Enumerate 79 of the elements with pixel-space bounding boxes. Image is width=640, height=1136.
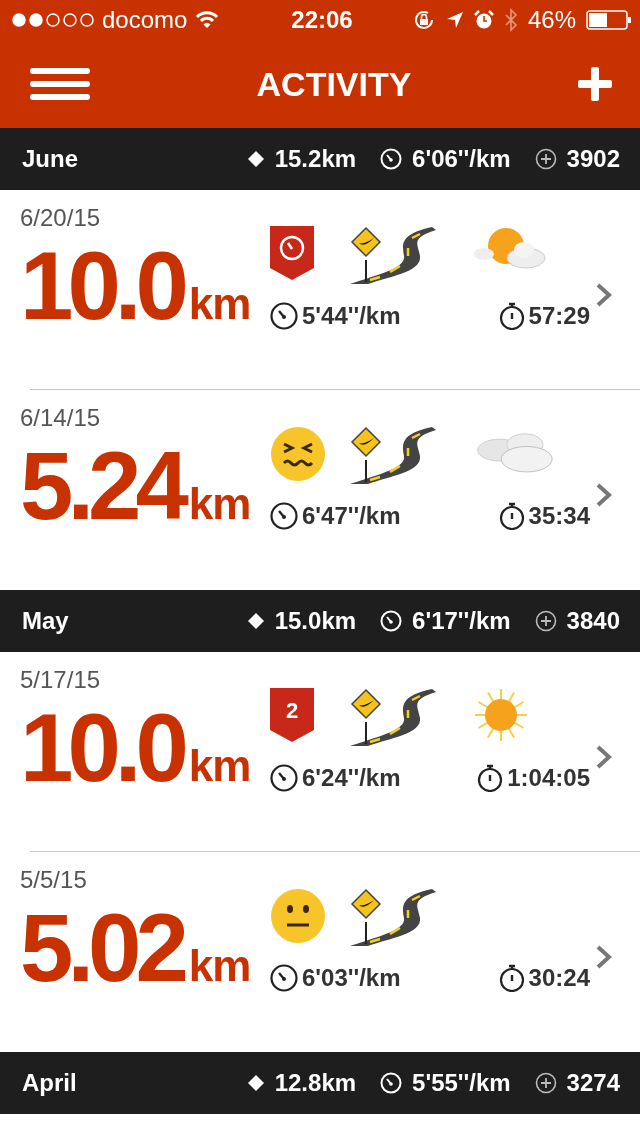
speedometer-icon [270, 302, 298, 330]
run-date: 5/5/15 [20, 866, 88, 894]
run-distance: 10.0 [20, 238, 183, 334]
month-distance: 15.0km [274, 607, 357, 635]
diamond-icon [246, 612, 265, 630]
run-pace: 6'24''/km [302, 764, 401, 792]
stopwatch-icon [498, 964, 525, 992]
distance-unit: km [188, 479, 251, 529]
speedometer-icon [270, 964, 298, 992]
status-time: 22:06 [291, 6, 353, 34]
add-button[interactable] [578, 67, 612, 101]
month-fuel: 3840 [566, 607, 620, 635]
month-name: June [22, 145, 78, 173]
run-pace: 6'47''/km [302, 502, 401, 530]
speedometer-icon [380, 1072, 403, 1094]
plus-circle-icon [534, 148, 557, 170]
speedometer-icon [380, 610, 403, 632]
strained-face-icon [270, 426, 326, 482]
wifi-icon [195, 11, 220, 29]
speedometer-badge-icon [270, 226, 314, 280]
number-badge: 2 [270, 688, 314, 742]
road-sign-icon [350, 688, 438, 746]
stopwatch-icon [477, 764, 504, 792]
run-row[interactable]: 5/5/15 5.02km 6'03''/km 30:24 [0, 852, 640, 1052]
run-pace: 6'03''/km [302, 964, 401, 992]
chevron-icon [596, 745, 612, 769]
screen-title: ACTIVITY [256, 64, 412, 104]
chevron-icon [596, 283, 612, 307]
run-date: 6/20/15 [20, 204, 102, 232]
speedometer-icon [270, 764, 298, 792]
run-pace: 5'44''/km [302, 302, 401, 330]
battery-icon [586, 10, 632, 30]
run-row[interactable]: 6/20/15 10.0km 5'44''/km 57:29 [0, 190, 640, 390]
run-distance: 5.24 [20, 438, 183, 534]
chevron-icon [596, 483, 612, 507]
chevron-icon [596, 945, 612, 969]
speedometer-icon [270, 502, 298, 530]
month-fuel: 3274 [566, 1069, 620, 1097]
month-fuel: 3902 [566, 145, 620, 173]
road-sign-icon [350, 888, 438, 946]
run-distance: 5.02 [20, 900, 183, 996]
road-sign-icon [350, 426, 438, 484]
run-duration: 57:29 [528, 302, 590, 330]
run-distance: 10.0 [20, 700, 183, 796]
bluetooth-icon [503, 8, 518, 32]
run-duration: 1:04:05 [507, 764, 590, 792]
partly-cloudy-icon [474, 226, 546, 272]
sun-icon [474, 688, 528, 742]
run-row[interactable]: 6/14/15 5.24km 6'47''/km 35:34 [0, 390, 640, 590]
plus-circle-icon [534, 610, 557, 632]
run-row[interactable]: 5/17/15 10.0km 2 6'24''/km 1:04:05 [0, 652, 640, 852]
diamond-icon [246, 150, 265, 168]
distance-unit: km [188, 279, 251, 329]
signal-icon [12, 13, 94, 27]
month-pace: 6'17''/km [412, 607, 511, 635]
stopwatch-icon [498, 302, 525, 330]
run-date: 5/17/15 [20, 666, 102, 694]
road-sign-icon [350, 226, 438, 284]
location-arrow-icon [445, 11, 464, 29]
month-distance: 12.8km [274, 1069, 357, 1097]
diamond-icon [246, 1074, 265, 1092]
neutral-face-icon [270, 888, 326, 944]
alarm-clock-icon [473, 10, 494, 30]
month-name: May [22, 607, 69, 635]
run-duration: 30:24 [528, 964, 590, 992]
carrier-name: docomo [102, 6, 188, 34]
month-pace: 5'55''/km [412, 1069, 511, 1097]
month-name: April [22, 1069, 77, 1097]
distance-unit: km [188, 941, 251, 991]
speedometer-icon [380, 148, 403, 170]
menu-button[interactable] [30, 67, 90, 101]
distance-unit: km [188, 741, 251, 791]
run-duration: 35:34 [528, 502, 590, 530]
battery-percent: 46% [527, 6, 576, 34]
month-distance: 15.2km [274, 145, 357, 173]
stopwatch-icon [498, 502, 525, 530]
run-date: 6/14/15 [20, 404, 102, 432]
plus-circle-icon [534, 1072, 557, 1094]
month-pace: 6'06''/km [412, 145, 511, 173]
